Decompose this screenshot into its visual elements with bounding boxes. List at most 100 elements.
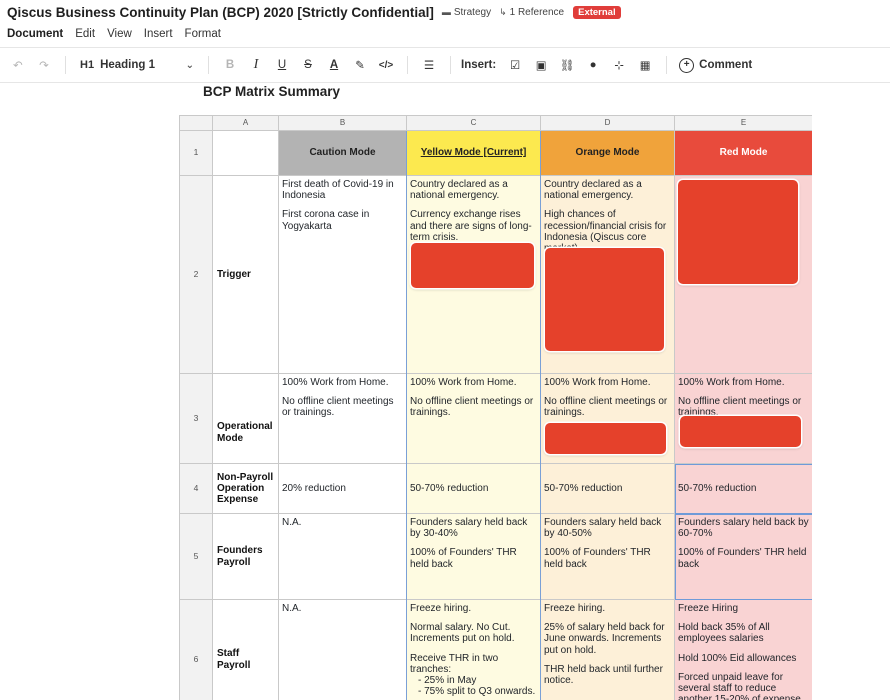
cell-text: No offline client meetings or trainings. bbox=[410, 396, 534, 419]
menu-bar: Document Edit View Insert Format bbox=[0, 24, 233, 44]
column-header-d[interactable]: D bbox=[541, 116, 675, 131]
row-header-6[interactable]: 6 bbox=[180, 600, 213, 700]
nonpayroll-caution-cell[interactable]: 20% reduction bbox=[279, 464, 407, 514]
text-color-icon[interactable]: A bbox=[321, 52, 347, 78]
red-mode-header[interactable]: Red Mode bbox=[675, 131, 812, 176]
trigger-caution-cell[interactable]: First death of Covid-19 in Indonesia Fir… bbox=[279, 176, 407, 374]
chevron-down-icon: ⌄ bbox=[185, 59, 194, 71]
yellow-mode-label: Yellow Mode [Current] bbox=[420, 147, 527, 159]
cell-text: - 75% split to Q3 onwards. bbox=[418, 686, 536, 698]
reference-arrow-icon: ↳ bbox=[499, 6, 507, 17]
title-bar: Qiscus Business Continuity Plan (BCP) 20… bbox=[0, 0, 890, 24]
nonpayroll-red-cell[interactable]: 50-70% reduction bbox=[675, 464, 812, 514]
orange-mode-header[interactable]: Orange Mode bbox=[541, 131, 675, 176]
underline-icon[interactable]: U bbox=[269, 52, 295, 78]
cell-text: First death of Covid-19 in Indonesia bbox=[282, 179, 394, 202]
toolbar-divider bbox=[450, 56, 451, 74]
cell-text: N.A. bbox=[282, 517, 302, 528]
document-title[interactable]: Qiscus Business Continuity Plan (BCP) 20… bbox=[7, 5, 434, 20]
menu-insert[interactable]: Insert bbox=[144, 28, 173, 40]
nonpayroll-yellow-cell[interactable]: 50-70% reduction bbox=[407, 464, 541, 514]
yellow-mode-header[interactable]: Yellow Mode [Current] bbox=[407, 131, 541, 176]
corner-header[interactable] bbox=[180, 116, 213, 131]
checkbox-icon[interactable]: ☑ bbox=[502, 52, 528, 78]
staff-red-cell[interactable]: Freeze Hiring Hold back 35% of All emplo… bbox=[675, 600, 812, 700]
row-header-3[interactable]: 3 bbox=[180, 374, 213, 464]
row-label-trigger[interactable]: Trigger bbox=[213, 176, 279, 374]
row-label-operational[interactable]: Operational Mode bbox=[213, 374, 279, 464]
cell-text: Freeze hiring. bbox=[544, 603, 606, 614]
row-header-1[interactable]: 1 bbox=[180, 131, 213, 176]
link-icon[interactable]: ⛓ bbox=[554, 52, 580, 78]
toolbar-divider bbox=[208, 56, 209, 74]
nonpayroll-orange-cell[interactable]: 50-70% reduction bbox=[541, 464, 675, 514]
cell-text: No offline client meetings or trainings. bbox=[544, 396, 668, 419]
row-header-4[interactable]: 4 bbox=[180, 464, 213, 514]
toolbar-divider bbox=[407, 56, 408, 74]
founders-yellow-cell[interactable]: Founders salary held back by 30-40% 100%… bbox=[407, 514, 541, 600]
founders-caution-cell[interactable]: N.A. bbox=[279, 514, 407, 600]
references-link[interactable]: ↳ 1 Reference bbox=[499, 7, 564, 18]
italic-icon[interactable]: I bbox=[243, 52, 269, 78]
column-selection-line bbox=[406, 131, 407, 700]
insert-label: Insert: bbox=[461, 59, 497, 71]
operational-yellow-cell[interactable]: 100% Work from Home. No offline client m… bbox=[407, 374, 541, 464]
cell-text: Founders salary held back by 60-70% bbox=[678, 517, 809, 540]
cell-text: Currency exchange rises and there are si… bbox=[410, 209, 532, 243]
code-icon[interactable]: </> bbox=[373, 52, 399, 78]
table-icon[interactable]: ▦ bbox=[632, 52, 658, 78]
heading-style-dropdown[interactable]: H1 Heading 1 ⌄ bbox=[74, 59, 200, 71]
formula-icon[interactable]: ⊹ bbox=[606, 52, 632, 78]
cell-text: Founders salary held back by 30-40% bbox=[410, 517, 528, 540]
comment-button[interactable]: + Comment bbox=[679, 57, 753, 73]
comment-label: Comment bbox=[699, 59, 753, 71]
section-heading[interactable]: BCP Matrix Summary bbox=[203, 84, 340, 99]
cell-text: 100% of Founders' THR held back bbox=[678, 547, 807, 570]
redaction-block bbox=[678, 180, 798, 284]
row-header-2[interactable]: 2 bbox=[180, 176, 213, 374]
folder-icon: ▬ bbox=[441, 7, 451, 17]
column-selection-line bbox=[540, 131, 541, 700]
column-header-b[interactable]: B bbox=[279, 116, 407, 131]
redaction-block bbox=[545, 248, 664, 351]
image-icon[interactable]: ▣ bbox=[528, 52, 554, 78]
cell-text: Forced unpaid leave for several staff to… bbox=[678, 671, 801, 700]
align-left-icon[interactable]: ☰ bbox=[416, 52, 442, 78]
highlight-icon[interactable]: ✎ bbox=[347, 52, 373, 78]
operational-caution-cell[interactable]: 100% Work from Home. No offline client m… bbox=[279, 374, 407, 464]
column-header-c[interactable]: C bbox=[407, 116, 541, 131]
row-header-5[interactable]: 5 bbox=[180, 514, 213, 600]
staff-orange-cell[interactable]: Freeze hiring. 25% of salary held back f… bbox=[541, 600, 675, 700]
menu-view[interactable]: View bbox=[107, 28, 132, 40]
menu-format[interactable]: Format bbox=[185, 28, 221, 40]
menu-edit[interactable]: Edit bbox=[75, 28, 95, 40]
cell-text: Normal salary. No Cut. Increments put on… bbox=[410, 622, 515, 645]
redo-icon[interactable]: ↷ bbox=[31, 52, 57, 78]
cell-text: Hold 100% Eid allowances bbox=[678, 652, 797, 664]
row-label-founders[interactable]: Founders Payroll bbox=[213, 514, 279, 600]
cell-text: 25% of salary held back for June onwards… bbox=[544, 622, 665, 656]
staff-yellow-cell[interactable]: Freeze hiring. Normal salary. No Cut. In… bbox=[407, 600, 541, 700]
column-header-a[interactable]: A bbox=[213, 116, 279, 131]
strategy-tag[interactable]: ▬ Strategy bbox=[442, 7, 491, 18]
bold-icon[interactable]: B bbox=[217, 52, 243, 78]
row-label-nonpayroll[interactable]: Non-Payroll Operation Expense bbox=[213, 464, 279, 514]
cell-text: - 25% in May bbox=[418, 674, 477, 686]
external-badge: External bbox=[573, 5, 621, 19]
founders-orange-cell[interactable]: Founders salary held back by 40-50% 100%… bbox=[541, 514, 675, 600]
undo-icon[interactable]: ↶ bbox=[5, 52, 31, 78]
cell-text: 100% Work from Home. bbox=[544, 377, 651, 388]
heading-style-label: Heading 1 bbox=[100, 59, 156, 71]
menu-document[interactable]: Document bbox=[7, 28, 63, 40]
embed-icon[interactable]: ● bbox=[580, 52, 606, 78]
cell-text: 100% Work from Home. bbox=[678, 377, 785, 388]
staff-caution-cell[interactable]: N.A. bbox=[279, 600, 407, 700]
column-header-e[interactable]: E bbox=[675, 116, 812, 131]
founders-red-cell[interactable]: Founders salary held back by 60-70% 100%… bbox=[675, 514, 812, 600]
table-cell[interactable] bbox=[213, 131, 279, 176]
strategy-tag-label: Strategy bbox=[453, 6, 492, 18]
row-label-staff[interactable]: Staff Payroll bbox=[213, 600, 279, 700]
strikethrough-icon[interactable]: S bbox=[295, 52, 321, 78]
redaction-block bbox=[545, 423, 666, 454]
caution-mode-header[interactable]: Caution Mode bbox=[279, 131, 407, 176]
